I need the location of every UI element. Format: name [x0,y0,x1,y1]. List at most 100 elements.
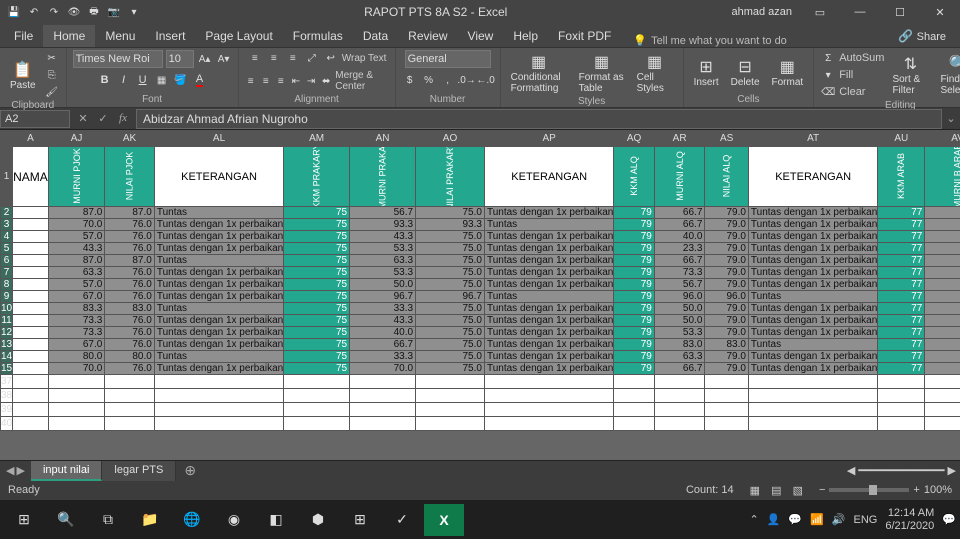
app-icon[interactable]: ⊞ [340,504,380,536]
cell[interactable] [13,327,49,339]
qat-icon[interactable]: 👁 [66,4,82,20]
app-icon[interactable]: ✓ [382,504,422,536]
align-center-icon[interactable]: ≡ [260,73,272,89]
cell[interactable]: 52.0 [925,255,960,267]
cell[interactable] [878,403,925,417]
cell[interactable]: 33.3 [350,351,416,363]
row-header[interactable]: 5 [1,243,13,255]
format-cells-button[interactable]: ▦Format [768,55,808,90]
cell[interactable]: 79.0 [705,219,749,231]
merge-center-button[interactable]: ⬌ [320,73,332,89]
row-header[interactable]: 14 [1,351,13,363]
cell[interactable]: 75 [284,207,350,219]
cell[interactable]: 77 [878,351,925,363]
cell[interactable]: 79 [614,303,655,315]
tab-home[interactable]: Home [43,25,95,47]
undo-icon[interactable]: ↶ [26,4,42,20]
cell[interactable]: Tuntas dengan 1x perbaikan [154,267,283,279]
cell[interactable]: 63.3 [48,267,105,279]
cell[interactable]: 70.0 [350,363,416,375]
cell[interactable]: 77 [878,327,925,339]
font-size-select[interactable] [166,50,194,68]
cell[interactable] [284,403,350,417]
cell[interactable]: 50.0 [350,279,416,291]
cell[interactable]: 80.0 [105,351,155,363]
cell[interactable]: 48.0 [925,291,960,303]
row-header[interactable]: 9 [1,291,13,303]
cell[interactable]: 83.0 [105,303,155,315]
cell[interactable] [13,303,49,315]
cell[interactable]: 75 [284,231,350,243]
cell[interactable]: 76.0 [105,267,155,279]
orientation-icon[interactable]: ⤢ [304,50,320,66]
cell[interactable]: 87.0 [48,207,105,219]
font-name-select[interactable] [73,50,163,68]
share-button[interactable]: 🔗 Share [888,25,956,47]
cell[interactable]: Tuntas dengan 1x perbaikan [154,219,283,231]
cell[interactable] [416,417,485,431]
cell[interactable]: 75.0 [416,207,485,219]
cell[interactable]: 77 [878,303,925,315]
redo-icon[interactable]: ↷ [46,4,62,20]
column-header[interactable]: AT [748,131,877,147]
cell[interactable] [13,389,49,403]
cell[interactable]: 63.3 [350,255,416,267]
align-bottom-icon[interactable]: ≡ [285,50,301,66]
language-indicator[interactable]: ENG [854,514,878,526]
volume-icon[interactable]: 🔊 [832,513,846,526]
qat-icon[interactable]: 📷 [106,4,122,20]
cell[interactable]: 52.0 [925,363,960,375]
cell[interactable]: 23.3 [654,243,705,255]
clear-button[interactable]: ⌫Clear [820,84,884,100]
align-right-icon[interactable]: ≡ [275,73,287,89]
tab-file[interactable]: File [4,25,43,47]
cell[interactable]: 75 [284,315,350,327]
cell[interactable] [350,417,416,431]
cell[interactable] [13,279,49,291]
row-header[interactable]: 11 [1,315,13,327]
cell[interactable]: 76.0 [105,243,155,255]
cell[interactable]: 79 [614,315,655,327]
cell[interactable] [13,351,49,363]
row-header[interactable]: 3 [1,219,13,231]
cell[interactable] [48,375,105,389]
cell[interactable]: 79 [614,255,655,267]
cell[interactable] [705,417,749,431]
cell[interactable]: 75.0 [416,315,485,327]
cell[interactable] [925,375,960,389]
cell[interactable]: 79 [614,339,655,351]
view-page-layout-icon[interactable]: ▤ [767,485,785,497]
tab-menu[interactable]: Menu [95,25,145,47]
cell[interactable]: 79 [614,351,655,363]
cell[interactable]: 79.0 [705,207,749,219]
task-view-icon[interactable]: ⧉ [88,504,128,536]
row-header[interactable]: 13 [1,339,13,351]
cell[interactable] [105,375,155,389]
tab-insert[interactable]: Insert [145,25,195,47]
cell[interactable]: 77 [878,291,925,303]
conditional-formatting-button[interactable]: ▦Conditional Formatting [507,50,571,96]
cell[interactable]: Tuntas dengan 1x perbaikan [748,243,877,255]
cell[interactable]: 75 [284,255,350,267]
cell[interactable] [925,389,960,403]
cell[interactable]: 67.0 [48,291,105,303]
cell[interactable] [154,403,283,417]
column-header[interactable]: AS [705,131,749,147]
row-header[interactable]: 10 [1,303,13,315]
percent-icon[interactable]: % [421,72,437,88]
cell[interactable]: Tuntas dengan 1x perbaikan [748,315,877,327]
cell[interactable] [13,291,49,303]
number-format-select[interactable] [405,50,491,68]
cell[interactable]: 53.3 [350,243,416,255]
cell[interactable] [350,403,416,417]
cell[interactable] [105,403,155,417]
cell[interactable] [284,389,350,403]
cell[interactable]: Tuntas [484,291,613,303]
cell[interactable]: 87.0 [105,207,155,219]
cell[interactable] [705,389,749,403]
paste-button[interactable]: 📋Paste [6,58,40,93]
cell[interactable]: 76.0 [105,279,155,291]
cell[interactable]: 79.0 [705,351,749,363]
cell[interactable]: 40.0 [654,231,705,243]
cell[interactable]: Tuntas dengan 1x perbaikan [154,291,283,303]
